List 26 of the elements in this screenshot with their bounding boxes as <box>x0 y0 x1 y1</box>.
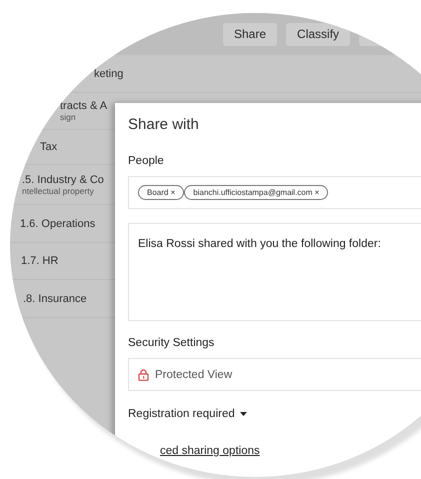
message-text: Elisa Rossi shared with you the following folder: <box>138 238 381 250</box>
security-field[interactable]: Protected View <box>128 358 421 391</box>
toolbar-button[interactable]: Share <box>223 22 278 46</box>
lock-icon <box>138 368 149 380</box>
sidebar-item[interactable]: keting <box>10 55 421 93</box>
advanced-sharing-link[interactable]: ced sharing options <box>160 445 260 457</box>
caret-icon <box>240 412 247 416</box>
message-field[interactable]: Elisa Rossi shared with you the following folder: <box>128 223 421 321</box>
toolbar-button[interactable]: Classify <box>286 22 350 46</box>
recipient-chip[interactable]: Board × <box>138 185 184 200</box>
sidebar-item-label: 1.7. HR <box>21 255 58 267</box>
sidebar-item-label: Tax <box>40 141 58 153</box>
sidebar-item-label: 1.6. Operations <box>20 218 96 230</box>
sidebar-item-label: .5. Industry & Co <box>22 174 104 186</box>
people-field[interactable]: Board × bianchi.ufficiostampa@gmail.com × <box>128 176 421 209</box>
sidebar-item-label: tracts & A <box>60 100 108 112</box>
sidebar-item-label: .8. Insurance <box>23 292 87 304</box>
sidebar-item-sublabel: sign <box>60 112 76 122</box>
dialog-title: Share with <box>128 115 199 135</box>
sidebar-item-sublabel: ntellectual property <box>22 186 94 196</box>
registration-dropdown[interactable]: Registration required <box>128 408 247 420</box>
recipient-chip[interactable]: bianchi.ufficiostampa@gmail.com × <box>184 185 328 200</box>
sidebar-item-label: keting <box>94 68 124 80</box>
security-value: Protected View <box>155 368 232 380</box>
people-label: People <box>128 154 164 169</box>
security-label: Security Settings <box>128 336 214 351</box>
